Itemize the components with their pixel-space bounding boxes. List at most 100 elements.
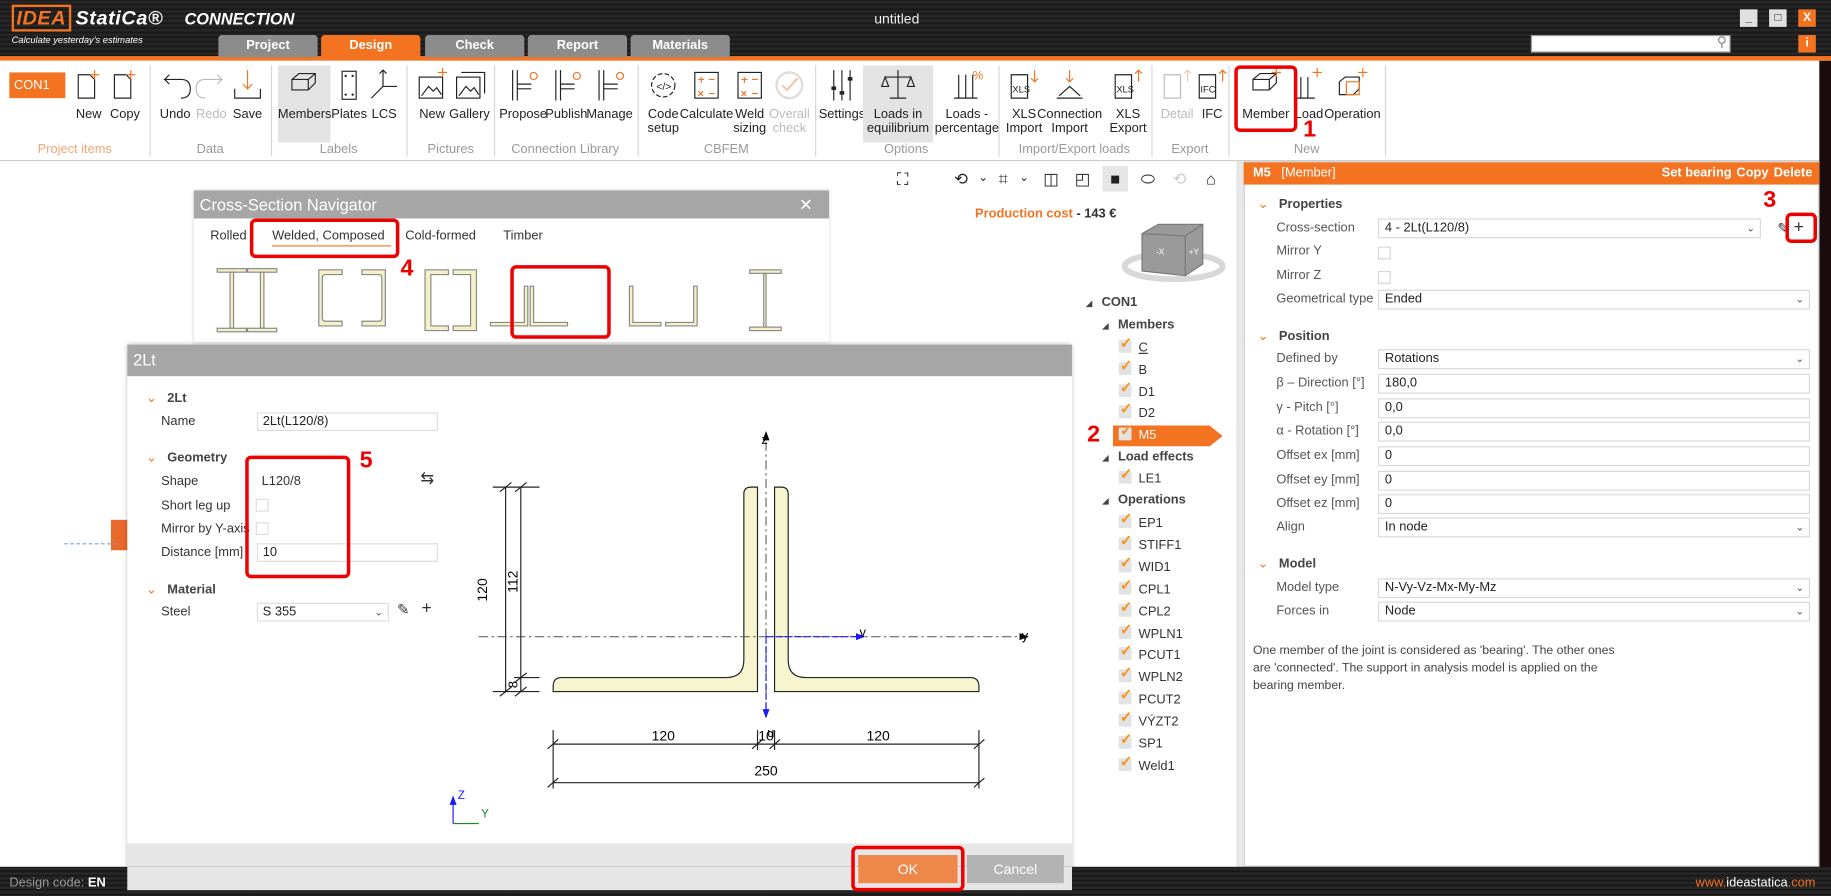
offset-ez-mm-input[interactable]: 0	[1377, 494, 1810, 515]
defined-by-select[interactable]: Rotations ⌄	[1377, 349, 1810, 370]
annotation-2: 2	[1087, 421, 1101, 448]
section-position[interactable]: ⌄ Position	[1258, 328, 1330, 343]
forces-in-label: Forces in	[1276, 603, 1330, 618]
tree-group-operations[interactable]: ◢ Operations	[1102, 489, 1185, 510]
fit-view-icon[interactable]: ⛶	[890, 166, 916, 192]
forces-in-select[interactable]: Node ⌄	[1377, 601, 1810, 622]
v-axis-label: v	[859, 625, 866, 640]
dim-right-label: 120	[866, 728, 890, 744]
tree-group-load-effects[interactable]: ◢ Load effects	[1102, 446, 1193, 467]
wireframe-icon[interactable]: ◫	[1038, 166, 1064, 192]
model-type-select[interactable]: N-Vy-Vz-Mx-My-Mz ⌄	[1377, 578, 1810, 599]
dim-thickness-label: 8	[505, 681, 520, 688]
chevron-down-icon: ⌄	[1257, 197, 1269, 212]
expand-triangle-icon[interactable]: ◢	[1102, 322, 1108, 330]
tab-check[interactable]: Check	[425, 35, 525, 58]
annotation-box-geometry	[245, 455, 351, 579]
checkbox-icon[interactable]	[1118, 619, 1133, 640]
align-select[interactable]: In node ⌄	[1377, 517, 1810, 538]
section-model[interactable]: ⌄ Model	[1258, 556, 1316, 571]
checkbox-icon[interactable]	[1118, 355, 1133, 376]
offset-ey-mm-input[interactable]: 0	[1377, 470, 1810, 491]
checkbox-icon[interactable]	[1118, 399, 1133, 420]
annotation-4: 4	[400, 255, 414, 282]
annotation-box-ok	[851, 845, 965, 892]
annotation-box-member	[1234, 65, 1298, 133]
chevron-down-icon[interactable]: ⌄	[1011, 166, 1037, 192]
dim-total-label: 250	[754, 763, 778, 779]
checkbox-icon[interactable]	[1118, 707, 1133, 728]
tree-root-con1[interactable]: ◢ CON1	[1086, 292, 1137, 313]
cross-section-select[interactable]: 4 - 2Lt(L120/8) ⌄	[1377, 218, 1761, 239]
expand-triangle-icon[interactable]: ◢	[1102, 454, 1108, 462]
design-code: Design code: EN	[9, 876, 106, 891]
offset-ey-mm-label: Offset ey [mm]	[1276, 473, 1360, 488]
checkbox-icon[interactable]	[1118, 552, 1133, 573]
csys-y-label: Y	[481, 808, 489, 821]
offset-ez-mm-label: Offset ez [mm]	[1276, 496, 1360, 511]
checkbox-icon[interactable]	[1118, 663, 1133, 684]
cross-section-label: Cross-section	[1276, 220, 1355, 235]
tree-group-members[interactable]: ◢ Members	[1102, 314, 1174, 335]
annotation-3: 3	[1763, 186, 1777, 213]
checkbox-icon[interactable]	[1118, 425, 1133, 442]
direction-input[interactable]: 180,0	[1377, 373, 1810, 394]
cancel-button-face[interactable]: Cancel	[966, 855, 1064, 884]
chevron-down-icon: ⌄	[1746, 221, 1756, 234]
tab-project[interactable]: Project	[218, 35, 318, 58]
tree-item-operation[interactable]: Weld1	[1118, 751, 1175, 777]
dimension-lines	[492, 482, 985, 789]
offset-ex-mm-label: Offset ex [mm]	[1276, 448, 1360, 463]
rotation-label: α - Rotation [°]	[1276, 424, 1359, 439]
coordinate-system-icon: Z Y	[449, 789, 489, 825]
csys-z-label: Z	[458, 789, 465, 802]
geometrical-type-select[interactable]: Ended ⌄	[1377, 289, 1810, 310]
tab-design[interactable]: Design	[321, 35, 421, 58]
chevron-down-icon: ⌄	[1795, 581, 1805, 594]
tree-item-load-effect[interactable]: LE1	[1118, 464, 1161, 489]
checkbox-icon[interactable]	[1118, 685, 1133, 706]
expand-triangle-icon[interactable]: ◢	[1086, 300, 1092, 308]
website-link[interactable]: www.ideastatica.com	[1696, 876, 1816, 890]
checkbox-icon[interactable]	[1118, 530, 1133, 551]
checkbox-icon[interactable]	[1118, 333, 1133, 354]
dim-height-label: 120	[474, 578, 490, 602]
checkbox-icon[interactable]	[1118, 751, 1133, 772]
chevron-down-icon: ⌄	[1795, 293, 1805, 305]
home-icon[interactable]: ⌂	[1198, 166, 1224, 192]
mirror-z-checkbox[interactable]	[1377, 271, 1391, 284]
checkbox-icon[interactable]	[1118, 377, 1133, 398]
checkbox-icon[interactable]	[1118, 729, 1133, 750]
y-axis-label: y	[1022, 628, 1029, 643]
render-icon[interactable]: ⬭	[1135, 166, 1161, 192]
transparent-icon[interactable]: ◰	[1070, 166, 1096, 192]
right-angle-section	[773, 486, 980, 693]
bearing-note-line: bearing member.	[1252, 678, 1345, 693]
checkbox-icon[interactable]	[1118, 574, 1133, 595]
direction-label: β – Direction [°]	[1276, 376, 1365, 391]
offset-ex-mm-input[interactable]: 0	[1377, 446, 1810, 467]
expand-triangle-icon[interactable]: ◢	[1102, 498, 1108, 506]
solid-icon[interactable]: ■	[1102, 165, 1129, 192]
chevron-down-icon: ⌄	[1795, 605, 1805, 617]
dim-gap-label: 10	[758, 728, 774, 744]
model-type-label: Model type	[1276, 580, 1340, 595]
checkbox-icon[interactable]	[1118, 596, 1133, 617]
mirror-y-checkbox[interactable]	[1377, 246, 1391, 260]
mirror-y-label: Mirror Y	[1276, 244, 1322, 259]
left-angle-section	[552, 486, 759, 693]
mirror-icon[interactable]: ⟲	[1167, 166, 1193, 192]
tab-materials[interactable]: Materials	[630, 35, 730, 58]
checkbox-icon[interactable]	[1118, 508, 1133, 529]
mirror-z-label: Mirror Z	[1276, 268, 1322, 283]
pitch-input[interactable]: 0,0	[1377, 398, 1810, 419]
checkbox-icon[interactable]	[1118, 464, 1133, 485]
tree-item-member-d2[interactable]: D2	[1118, 399, 1155, 424]
tree-item-member-m5[interactable]: M5	[1112, 425, 1223, 447]
tab-report[interactable]: Report	[527, 35, 628, 58]
rotation-input[interactable]: 0,0	[1377, 421, 1810, 442]
pitch-label: γ - Pitch [°]	[1276, 400, 1339, 415]
defined-by-label: Defined by	[1276, 351, 1338, 366]
checkbox-icon[interactable]	[1118, 641, 1133, 662]
section-properties[interactable]: ⌄ Properties	[1258, 196, 1343, 211]
